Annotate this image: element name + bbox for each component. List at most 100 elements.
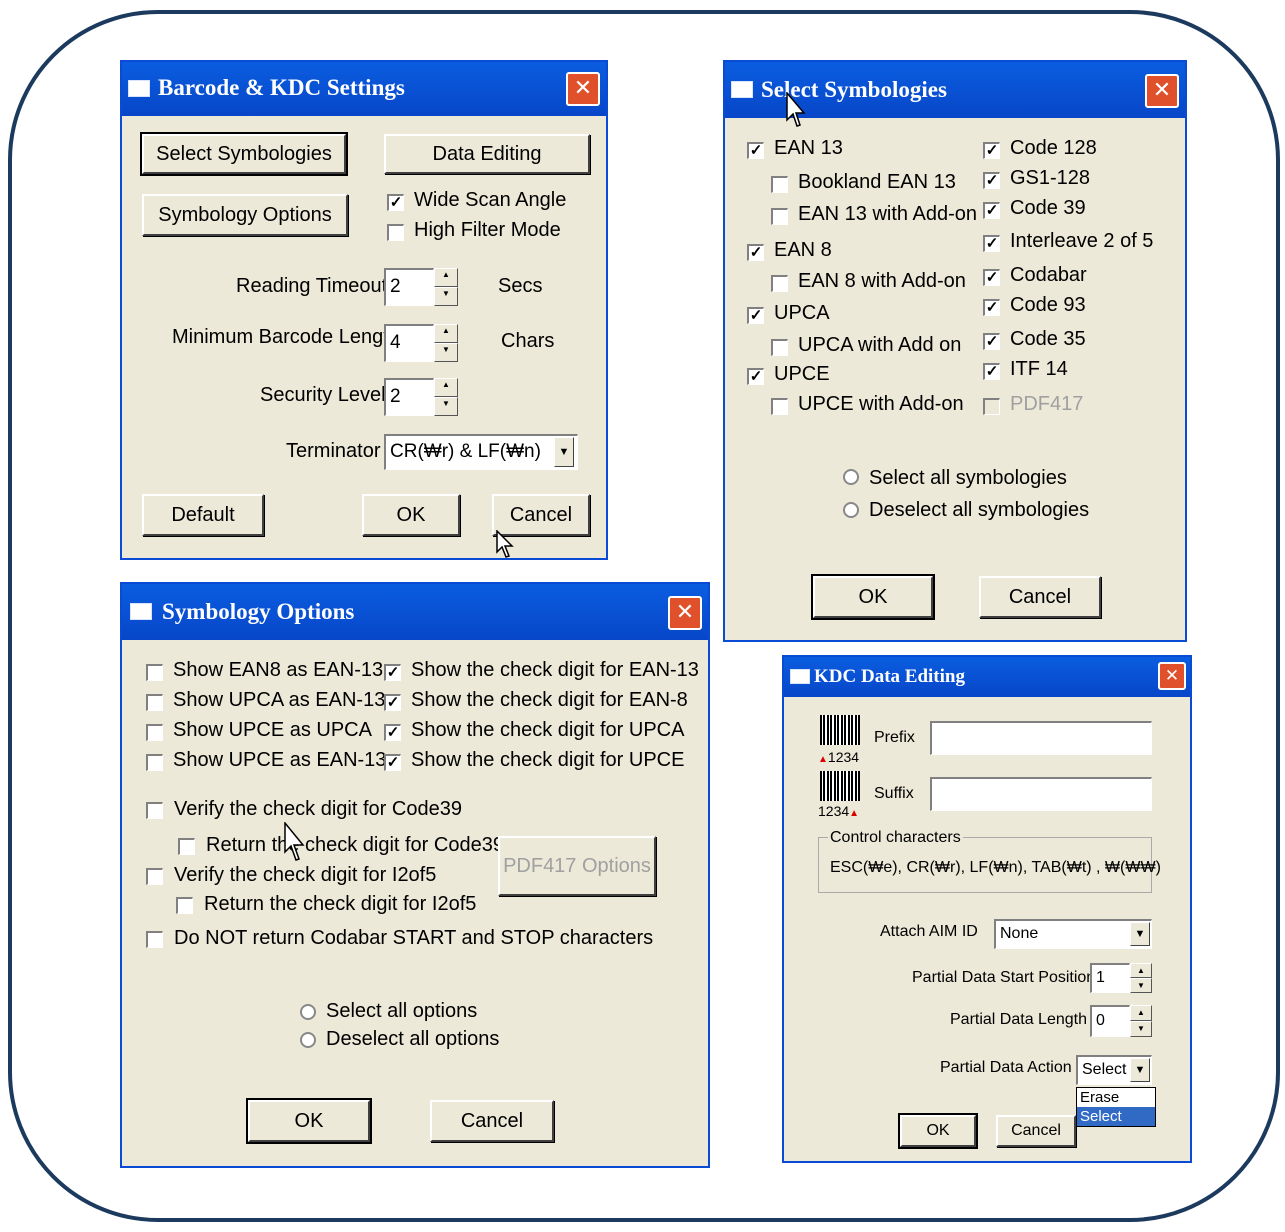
reading-timeout-field[interactable]: 2 bbox=[384, 268, 434, 306]
return-i2of5-checkbox[interactable] bbox=[176, 897, 193, 914]
select-symbologies-button[interactable]: Select Symbologies bbox=[140, 132, 348, 176]
checkbox[interactable] bbox=[146, 724, 163, 741]
verify-code39-checkbox[interactable] bbox=[146, 802, 163, 819]
checkbox[interactable]: ✓ bbox=[983, 142, 1000, 159]
checkbox-label: Show UPCE as EAN-13 bbox=[173, 749, 387, 771]
checkbox-label: Code 93 bbox=[1010, 294, 1086, 316]
spin-up-icon[interactable]: ▲ bbox=[434, 324, 458, 343]
data-length-spinner[interactable]: ▲ ▼ bbox=[1130, 1005, 1152, 1037]
spin-up-icon[interactable]: ▲ bbox=[434, 378, 458, 397]
title-bar: Barcode & KDC Settings ✕ bbox=[122, 62, 606, 116]
checkbox[interactable] bbox=[146, 754, 163, 771]
close-icon[interactable]: ✕ bbox=[1145, 74, 1179, 108]
start-position-spinner[interactable]: ▲ ▼ bbox=[1130, 963, 1152, 993]
aim-id-label: Attach AIM ID bbox=[880, 923, 978, 940]
dialog-title: KDC Data Editing bbox=[814, 666, 965, 687]
checkbox-label: UPCA bbox=[774, 302, 830, 324]
suffix-input[interactable] bbox=[930, 777, 1152, 811]
spin-down-icon[interactable]: ▼ bbox=[434, 287, 458, 306]
select-all-options-label: Select all options bbox=[326, 1000, 478, 1022]
dropdown-option-erase[interactable]: Erase bbox=[1077, 1088, 1155, 1107]
ok-button[interactable]: OK bbox=[246, 1098, 372, 1144]
checkbox[interactable] bbox=[771, 339, 788, 356]
spin-up-icon[interactable]: ▲ bbox=[1130, 963, 1152, 978]
checkbox[interactable]: ✓ bbox=[384, 694, 401, 711]
spin-down-icon[interactable]: ▼ bbox=[434, 397, 458, 416]
spin-down-icon[interactable]: ▼ bbox=[1130, 1021, 1152, 1037]
checkbox[interactable]: ✓ bbox=[983, 363, 1000, 380]
checkbox[interactable] bbox=[771, 176, 788, 193]
spin-down-icon[interactable]: ▼ bbox=[434, 343, 458, 362]
checkbox[interactable]: ✓ bbox=[384, 664, 401, 681]
terminator-select[interactable]: CR(₩r) & LF(₩n) bbox=[384, 434, 578, 470]
checkbox[interactable]: ✓ bbox=[983, 333, 1000, 350]
checkbox[interactable]: ✓ bbox=[983, 269, 1000, 286]
close-icon[interactable]: ✕ bbox=[1158, 662, 1186, 690]
aim-id-select[interactable]: None bbox=[994, 919, 1152, 949]
title-bar: KDC Data Editing ✕ bbox=[784, 657, 1190, 697]
checkbox[interactable] bbox=[146, 694, 163, 711]
checkbox[interactable]: ✓ bbox=[384, 754, 401, 771]
checkbox-label: UPCE with Add-on bbox=[798, 393, 964, 415]
reading-timeout-unit: Secs bbox=[498, 275, 543, 297]
checkbox[interactable]: ✓ bbox=[983, 202, 1000, 219]
deselect-all-options-radio[interactable] bbox=[300, 1032, 316, 1048]
checkbox[interactable]: ✓ bbox=[384, 724, 401, 741]
checkbox[interactable]: ✓ bbox=[747, 244, 764, 261]
checkbox[interactable]: ✓ bbox=[983, 299, 1000, 316]
pdf417-options-button[interactable]: PDF417 Options bbox=[498, 836, 656, 896]
checkbox[interactable]: ✓ bbox=[983, 235, 1000, 252]
deselect-all-radio[interactable] bbox=[843, 502, 859, 518]
close-icon[interactable]: ✕ bbox=[566, 72, 600, 106]
checkbox[interactable]: ✓ bbox=[983, 172, 1000, 189]
chevron-down-icon[interactable]: ▼ bbox=[1130, 922, 1150, 946]
checkbox[interactable]: ✓ bbox=[747, 142, 764, 159]
suffix-label: Suffix bbox=[874, 785, 914, 802]
return-i2of5-label: Return the check digit for I2of5 bbox=[204, 893, 477, 915]
prefix-input[interactable] bbox=[930, 721, 1152, 755]
symbology-options-button[interactable]: Symbology Options bbox=[142, 194, 348, 236]
verify-i2of5-checkbox[interactable] bbox=[146, 868, 163, 885]
checkbox-label: Codabar bbox=[1010, 264, 1087, 286]
checkbox[interactable] bbox=[771, 398, 788, 415]
spin-down-icon[interactable]: ▼ bbox=[1130, 978, 1152, 993]
spin-up-icon[interactable]: ▲ bbox=[1130, 1005, 1152, 1021]
wide-scan-angle-checkbox[interactable]: ✓ bbox=[387, 194, 404, 211]
select-all-label: Select all symbologies bbox=[869, 467, 1067, 489]
cancel-button[interactable]: Cancel bbox=[979, 576, 1101, 618]
ok-button[interactable]: OK bbox=[811, 574, 935, 620]
ok-button[interactable]: OK bbox=[362, 494, 460, 536]
checkbox-label: UPCA with Add on bbox=[798, 334, 962, 356]
dropdown-option-select[interactable]: Select bbox=[1077, 1107, 1155, 1126]
return-code39-checkbox[interactable] bbox=[178, 838, 195, 855]
min-length-field[interactable]: 4 bbox=[384, 324, 434, 362]
reading-timeout-spinner[interactable]: ▲ ▼ bbox=[434, 268, 458, 306]
cancel-button[interactable]: Cancel bbox=[996, 1115, 1076, 1147]
prefix-digits: ▲1234 bbox=[818, 749, 860, 765]
select-all-radio[interactable] bbox=[843, 469, 859, 485]
security-level-spinner[interactable]: ▲ ▼ bbox=[434, 378, 458, 416]
cancel-button[interactable]: Cancel bbox=[430, 1100, 554, 1142]
checkbox[interactable]: ✓ bbox=[747, 368, 764, 385]
data-editing-button[interactable]: Data Editing bbox=[384, 134, 590, 174]
verify-code39-label: Verify the check digit for Code39 bbox=[174, 798, 462, 820]
min-length-spinner[interactable]: ▲ ▼ bbox=[434, 324, 458, 362]
close-icon[interactable]: ✕ bbox=[668, 596, 702, 630]
checkbox-label: Code 128 bbox=[1010, 137, 1097, 159]
data-length-field[interactable]: 0 bbox=[1090, 1005, 1130, 1037]
checkbox[interactable] bbox=[983, 398, 1000, 415]
codabar-start-stop-checkbox[interactable] bbox=[146, 931, 163, 948]
checkbox[interactable] bbox=[771, 208, 788, 225]
ok-button[interactable]: OK bbox=[898, 1113, 978, 1149]
chevron-down-icon[interactable]: ▼ bbox=[554, 437, 574, 467]
checkbox[interactable]: ✓ bbox=[747, 307, 764, 324]
chevron-down-icon[interactable]: ▼ bbox=[1130, 1058, 1150, 1082]
select-all-options-radio[interactable] bbox=[300, 1004, 316, 1020]
high-filter-mode-checkbox[interactable] bbox=[387, 224, 404, 241]
spin-up-icon[interactable]: ▲ bbox=[434, 268, 458, 287]
checkbox[interactable] bbox=[771, 275, 788, 292]
checkbox[interactable] bbox=[146, 664, 163, 681]
start-position-field[interactable]: 1 bbox=[1090, 963, 1130, 993]
default-button[interactable]: Default bbox=[142, 494, 264, 536]
security-level-field[interactable]: 2 bbox=[384, 378, 434, 416]
